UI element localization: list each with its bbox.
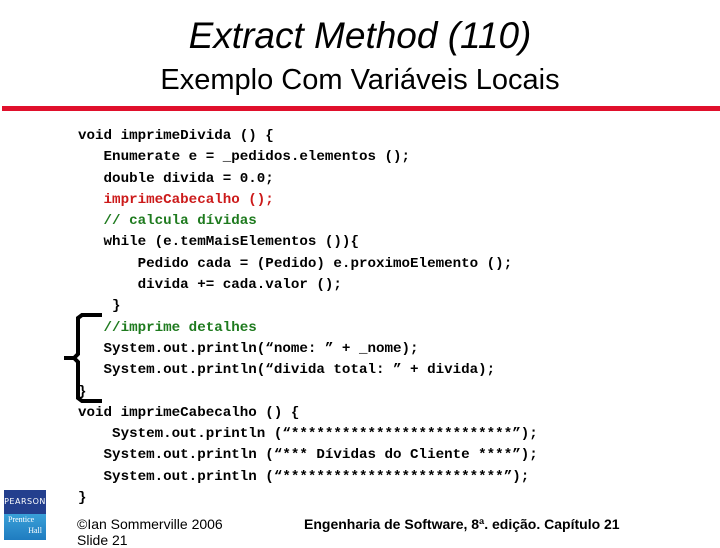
logo-pearson-text: PEARSON bbox=[4, 490, 46, 514]
title-divider bbox=[2, 106, 720, 111]
code-line: System.out.println (“*******************… bbox=[78, 426, 538, 443]
slide-subtitle: Exemplo Com Variáveis Locais bbox=[160, 64, 560, 96]
pearson-prentice-hall-logo: PEARSON Prentice Hall bbox=[4, 490, 46, 540]
code-line: } bbox=[78, 298, 121, 315]
code-line: // calcula dívidas bbox=[78, 213, 257, 230]
footer-slide-number: Slide 21 bbox=[77, 532, 128, 548]
logo-prentice-hall: Prentice Hall bbox=[4, 514, 46, 540]
code-line: } bbox=[78, 383, 87, 400]
logo-hall-text: Hall bbox=[28, 526, 42, 535]
footer-book-title: Engenharia de Software, 8ª. edição. Capí… bbox=[304, 516, 620, 532]
logo-prentice-text: Prentice bbox=[8, 515, 35, 524]
code-line: Enumerate e = _pedidos.elementos (); bbox=[78, 149, 411, 166]
curly-brace-annotation bbox=[64, 313, 102, 403]
code-line: void imprimeDivida () { bbox=[78, 128, 274, 144]
footer-copyright: ©Ian Sommerville 2006 bbox=[77, 516, 223, 532]
code-line: System.out.println(“nome: ” + _nome); bbox=[78, 340, 419, 357]
code-line: while (e.temMaisElementos ()){ bbox=[78, 234, 359, 251]
code-line: } bbox=[78, 490, 87, 507]
code-line: //imprime detalhes bbox=[78, 319, 257, 336]
code-line: System.out.println (“*** Dívidas do Clie… bbox=[78, 447, 538, 464]
code-line: double divida = 0.0; bbox=[78, 170, 274, 187]
code-line: divida += cada.valor (); bbox=[78, 277, 342, 294]
code-line: System.out.println(“divida total: ” + di… bbox=[78, 362, 496, 379]
code-line: System.out.println (“*******************… bbox=[78, 468, 530, 485]
code-line: Pedido cada = (Pedido) e.proximoElemento… bbox=[78, 255, 513, 272]
slide-title: Extract Method (110) bbox=[188, 15, 532, 56]
code-line: void imprimeCabecalho () { bbox=[78, 404, 300, 421]
code-line: imprimeCabecalho (); bbox=[78, 191, 274, 208]
code-block: void imprimeDivida () { Enumerate e = _p… bbox=[78, 126, 538, 509]
